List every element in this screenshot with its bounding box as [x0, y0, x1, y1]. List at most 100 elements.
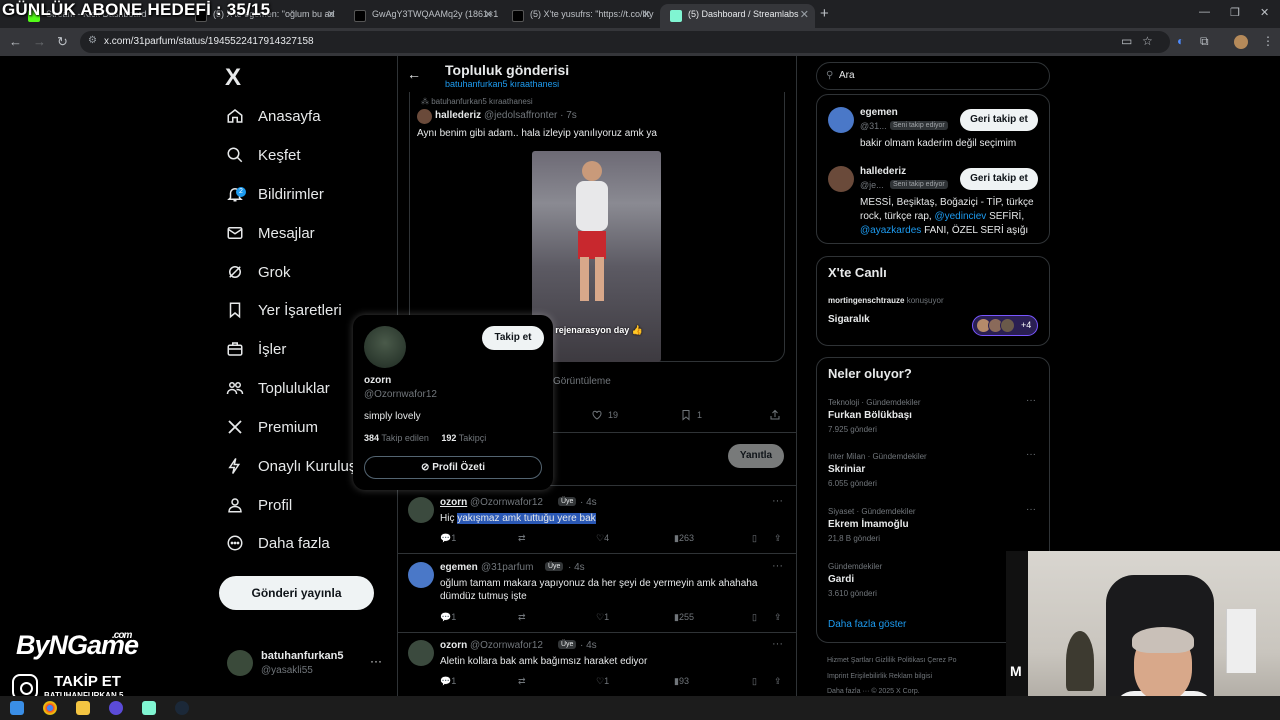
live-listeners-pill[interactable]: +4 — [972, 315, 1038, 336]
back-icon[interactable]: ← — [9, 34, 22, 49]
more-icon[interactable]: ··· — [1026, 449, 1036, 460]
reply-author-name[interactable]: ozorn — [440, 497, 467, 508]
trend-item[interactable]: Siyaset · Gündemdekiler Ekrem İmamoğlu 2… — [828, 504, 1042, 543]
share-icon[interactable]: ⇪ — [774, 612, 782, 623]
close-icon[interactable]: ✕ — [800, 8, 809, 21]
follow-button[interactable]: Takip et — [482, 326, 544, 350]
footer-links[interactable]: Hizmet Şartları Gizlilik Politikası Çere… — [827, 657, 957, 664]
bookmark-star-icon[interactable]: ☆ — [1142, 34, 1153, 48]
footer-links[interactable]: Imprint Erişilebilirlik Reklam bilgisi — [827, 673, 932, 680]
browser-tab-3[interactable]: GwAgY3TWQAAMq2y (1861×1 ✕ — [344, 4, 499, 28]
file-explorer-icon[interactable] — [76, 701, 90, 715]
reply-author-name[interactable]: ozorn — [440, 640, 467, 651]
mention-link[interactable]: @ayazkardes — [860, 225, 921, 236]
avatar[interactable] — [408, 497, 434, 523]
forward-icon[interactable]: → — [33, 34, 46, 49]
close-icon[interactable]: ✕ — [642, 8, 651, 21]
share-icon[interactable]: ⇪ — [774, 676, 782, 687]
more-icon[interactable]: ··· — [772, 638, 783, 650]
reply-count[interactable]: 💬 1 — [440, 676, 456, 687]
show-more-link[interactable]: Daha fazla göster — [828, 619, 906, 630]
followers-stat[interactable]: 192 Takipçi — [441, 433, 486, 443]
nav-item-grok[interactable]: Grok — [226, 257, 291, 287]
nav-item-explore[interactable]: Keşfet — [226, 140, 301, 170]
browser-tab-5[interactable]: (5) Dashboard / Streamlabs ✕ — [660, 4, 815, 28]
retweet-icon[interactable]: ⇄ — [518, 533, 526, 544]
like-count[interactable]: ♡ 1 — [596, 612, 609, 623]
more-icon[interactable]: ··· — [370, 654, 382, 668]
like-count[interactable]: ♡ 1 — [596, 676, 609, 687]
nav-item-notifications[interactable]: 2 Bildirimler — [226, 179, 324, 209]
quote-author-name[interactable]: hallederiz — [435, 110, 481, 121]
share-icon[interactable]: ⇪ — [774, 533, 782, 544]
close-icon[interactable]: ✕ — [484, 8, 493, 21]
post-button[interactable]: Gönderi yayınla — [219, 576, 374, 610]
avatar[interactable] — [408, 640, 434, 666]
reload-icon[interactable]: ↻ — [57, 34, 68, 50]
mention-link[interactable]: @yedinciev — [934, 211, 986, 222]
bookmark-icon[interactable]: ▯ — [752, 612, 757, 623]
nav-item-profile[interactable]: Profil — [226, 490, 292, 520]
avatar[interactable] — [408, 562, 434, 588]
live-host[interactable]: mortingenschtrauze konuşuyor — [828, 296, 944, 305]
browser-menu-icon[interactable]: ⋮ — [1262, 34, 1274, 48]
back-arrow-icon[interactable]: ← — [407, 66, 421, 82]
community-link[interactable]: batuhanfurkan5 kıraathanesi — [445, 79, 559, 89]
avatar[interactable] — [828, 107, 854, 133]
x-logo-icon[interactable]: X — [225, 64, 241, 92]
close-icon[interactable]: ✕ — [327, 8, 336, 21]
obs-icon[interactable] — [109, 701, 123, 715]
profile-avatar-icon[interactable] — [1234, 35, 1248, 49]
live-space-title[interactable]: Sigaralık — [828, 314, 870, 325]
nav-item-jobs[interactable]: İşler — [226, 334, 286, 364]
nav-item-premium[interactable]: Premium — [226, 412, 318, 442]
address-bar[interactable]: ⚙ x.com/31parfum/status/1945522417914327… — [80, 31, 1170, 53]
profile-summary-button[interactable]: ⊘ Profil Özeti — [364, 456, 542, 479]
more-icon[interactable]: ··· — [772, 560, 783, 572]
chrome-icon[interactable] — [43, 701, 57, 715]
steam-icon[interactable] — [175, 701, 189, 715]
nav-item-verified-orgs[interactable]: Onaylı Kuruluşla — [226, 451, 368, 481]
windows-start-icon[interactable] — [10, 701, 24, 715]
views-count[interactable]: ▮ 255 — [674, 612, 694, 623]
following-stat[interactable]: 384 Takip edilen — [364, 433, 429, 443]
more-icon[interactable]: ··· — [1026, 395, 1036, 406]
nav-item-communities[interactable]: Topluluklar — [226, 373, 330, 403]
follow-back-button[interactable]: Geri takip et — [960, 168, 1038, 190]
trend-item[interactable]: Teknoloji · Gündemdekiler Furkan Bölükba… — [828, 395, 1042, 434]
account-switcher[interactable]: batuhanfurkan5 @yasakli55 ··· — [227, 648, 387, 682]
extension-icon[interactable]: ◐ — [1177, 34, 1184, 48]
nav-item-messages[interactable]: Mesajlar — [226, 218, 315, 248]
reply-post[interactable]: ozorn @Ozornwafor12 Üye · 4s ··· Hiç yak… — [408, 495, 788, 549]
retweet-icon[interactable]: ⇄ — [518, 676, 526, 687]
new-tab-icon[interactable]: + — [820, 5, 829, 22]
cast-icon[interactable]: ▭ — [1121, 34, 1132, 48]
minimize-icon[interactable]: — — [1199, 6, 1210, 18]
bookmark-icon[interactable]: ▯ — [752, 533, 757, 544]
reply-button[interactable]: Yanıtla — [728, 444, 784, 468]
reply-post[interactable]: egemen @31parfum Üye · 4s ··· oğlum tama… — [408, 560, 788, 630]
bookmark-icon[interactable]: ▯ — [752, 676, 757, 687]
views-count[interactable]: ▮ 93 — [674, 676, 689, 687]
user-name[interactable]: hallederiz — [860, 166, 906, 177]
avatar[interactable] — [417, 109, 432, 124]
follow-back-button[interactable]: Geri takip et — [960, 109, 1038, 131]
avatar[interactable] — [364, 326, 406, 368]
reply-author-name[interactable]: egemen — [440, 562, 478, 573]
streamlabs-icon[interactable] — [142, 701, 156, 715]
site-info-icon[interactable]: ⚙ — [88, 35, 97, 46]
retweet-icon[interactable]: ⇄ — [518, 612, 526, 623]
reply-post[interactable]: ozorn @Ozornwafor12 Üye · 4s ··· Aletin … — [408, 638, 788, 692]
reply-count[interactable]: 💬 1 — [440, 533, 456, 544]
share-button[interactable] — [769, 409, 786, 421]
avatar[interactable] — [828, 166, 854, 192]
bookmark-button[interactable]: 1 — [680, 409, 702, 421]
reply-count[interactable]: 💬 1 — [440, 612, 456, 623]
trend-item[interactable]: Inter Milan · Gündemdekiler Skriniar 6.0… — [828, 449, 1042, 488]
like-count[interactable]: ♡ 4 — [596, 533, 609, 544]
browser-tab-4[interactable]: (5) X'te yusufrs: "https://t.co/llty ✕ — [502, 4, 657, 28]
nav-item-bookmarks[interactable]: Yer İşaretleri — [226, 295, 342, 325]
extensions-puzzle-icon[interactable]: ⧉ — [1200, 34, 1209, 49]
more-icon[interactable]: ··· — [1026, 504, 1036, 515]
footer-links[interactable]: Daha fazla ··· © 2025 X Corp. — [827, 688, 920, 695]
